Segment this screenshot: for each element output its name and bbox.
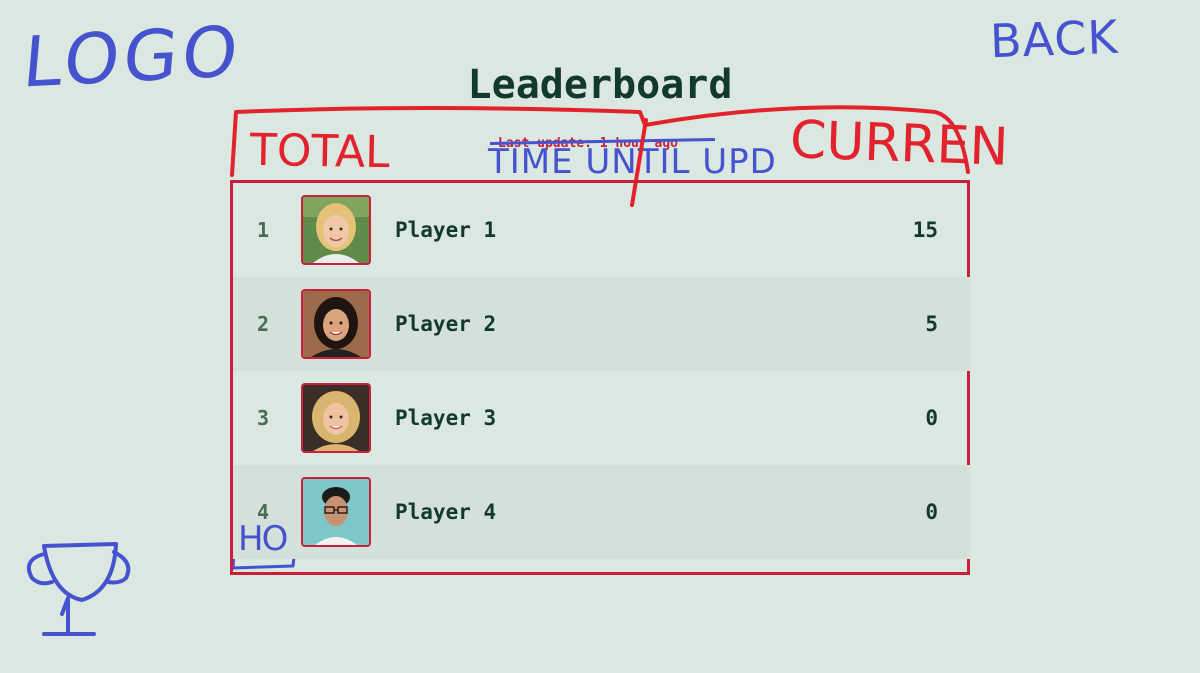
table-row[interactable]: 3 Player 3 0 — [233, 371, 970, 465]
tab-current[interactable]: CURREN — [789, 110, 1009, 178]
time-until-update-note: TIME UNTIL UPD — [488, 142, 777, 182]
avatar — [301, 477, 371, 547]
trophy-icon[interactable] — [22, 538, 134, 640]
player-name: Player 4 — [395, 500, 497, 524]
tab-total[interactable]: TOTAL — [250, 125, 390, 178]
rank-number: 1 — [256, 218, 270, 242]
avatar — [301, 195, 371, 265]
table-row[interactable]: 4 Player 4 0 — [233, 465, 970, 559]
avatar — [301, 383, 371, 453]
page-title: Leaderboard — [467, 62, 733, 108]
rank-note: HO — [238, 519, 288, 559]
leaderboard-page: LOGO BACK Leaderboard Last update: 1 hou… — [0, 0, 1200, 673]
player-score: 0 — [925, 406, 938, 430]
avatar — [301, 289, 371, 359]
player-name: Player 3 — [395, 406, 497, 430]
back-button[interactable]: BACK — [989, 10, 1119, 68]
rank-number: 2 — [256, 312, 270, 336]
leaderboard-table: 1 Player 1 15 2 Player 2 5 3 Player 3 0 … — [230, 180, 970, 575]
table-row[interactable]: 2 Player 2 5 — [233, 277, 970, 371]
avatar-blonde-woman-image — [303, 197, 369, 263]
player-name: Player 2 — [395, 312, 497, 336]
table-row[interactable]: 1 Player 1 15 — [233, 183, 970, 277]
player-score: 5 — [925, 312, 938, 336]
player-score: 0 — [925, 500, 938, 524]
avatar-glasses-person-image — [303, 479, 369, 545]
avatar-blonde-curly-woman-image — [303, 385, 369, 451]
player-score: 15 — [912, 218, 938, 242]
player-name: Player 1 — [395, 218, 497, 242]
rank-number: 3 — [256, 406, 270, 430]
avatar-dark-hair-woman-image — [303, 291, 369, 357]
